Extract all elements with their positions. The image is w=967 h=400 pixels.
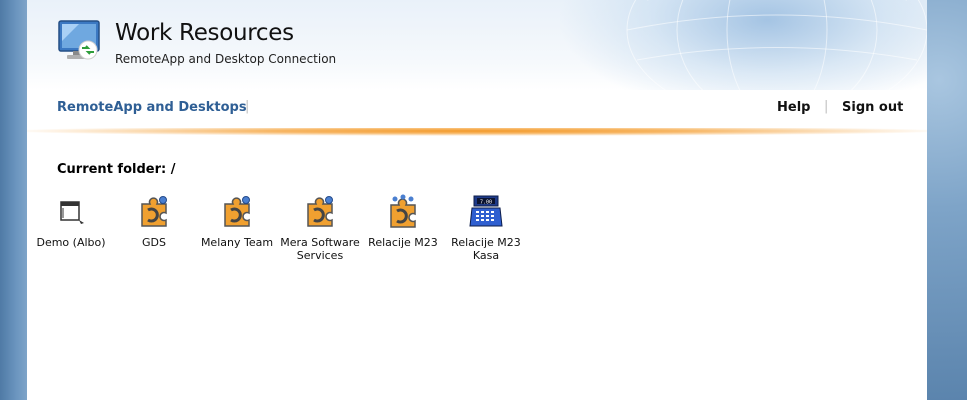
nav-separator: | — [245, 99, 250, 114]
cash-register-icon: 7.00 — [469, 195, 503, 227]
nav-separator: | — [824, 99, 829, 114]
background-left — [0, 0, 27, 400]
globe-decoration — [626, 0, 927, 100]
app-label: Relacije M23 — [368, 236, 438, 249]
app-mera-software-services[interactable]: Mera Software Services — [278, 194, 362, 262]
page-title: Work Resources — [115, 20, 294, 46]
app-demo-albo[interactable]: Demo (Albo) — [29, 194, 113, 249]
background-right — [927, 0, 967, 400]
page-subtitle: RemoteApp and Desktop Connection — [115, 52, 337, 66]
app-window-icon — [60, 201, 84, 224]
puzzle-people-icon — [390, 194, 416, 228]
app-label: GDS — [142, 236, 166, 249]
app-melany-team[interactable]: Melany Team — [195, 194, 279, 249]
nav-remoteapp-desktops[interactable]: RemoteApp and Desktops — [57, 100, 247, 115]
app-gds[interactable]: GDS — [112, 194, 196, 249]
svg-text:7.00: 7.00 — [480, 200, 492, 206]
puzzle-icon — [307, 196, 333, 227]
app-relacije-m23-kasa[interactable]: 7.00 Relacije M23 Kasa — [444, 194, 528, 262]
app-list: Demo (Albo) GDS Melany Team Mera Softwar… — [27, 194, 927, 304]
remote-desktop-monitor-icon — [58, 20, 100, 60]
help-link[interactable]: Help — [777, 100, 810, 115]
app-relacije-m23[interactable]: Relacije M23 — [361, 194, 445, 249]
app-label: Relacije M23 Kasa — [451, 236, 521, 262]
puzzle-icon — [224, 196, 250, 227]
app-label: Melany Team — [200, 236, 274, 249]
app-label: Mera Software Services — [280, 236, 360, 262]
sign-out-link[interactable]: Sign out — [842, 100, 903, 115]
header-divider — [27, 128, 927, 138]
main-panel: Work Resources RemoteApp and Desktop Con… — [27, 0, 927, 400]
current-folder-label: Current folder: / — [57, 162, 176, 177]
puzzle-icon — [141, 196, 167, 227]
app-label: Demo (Albo) — [36, 236, 106, 249]
